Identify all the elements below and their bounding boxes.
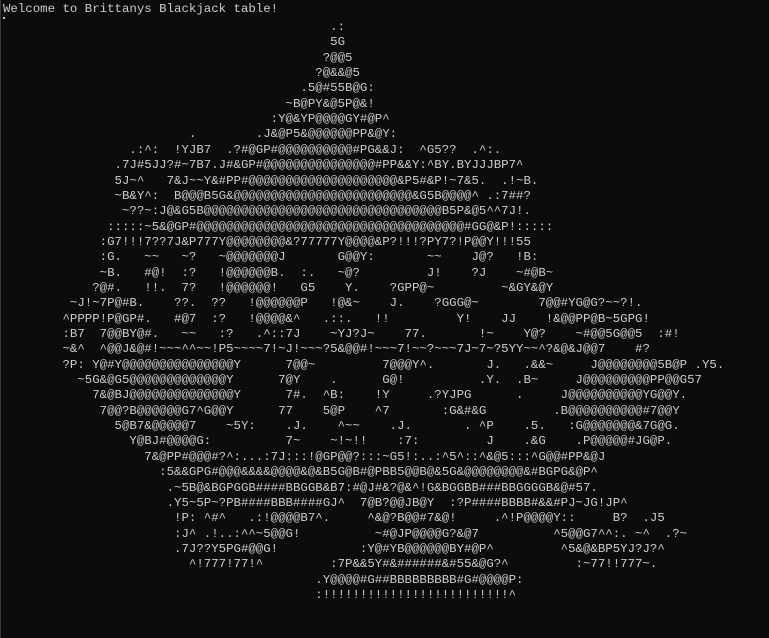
ascii-art-line: ~5G&@G5@@@@@@@@@@@@@Y 7@Y . G@! .Y. .B~ … [3, 373, 702, 388]
ascii-art-line: ^PPPP!P@GP#. #@7 :? !@@@@&^ .::. !! Y! J… [3, 311, 650, 326]
text-cursor [3, 17, 5, 19]
ascii-art-line: ~&^ ^@@J&@#!~~~^^~~!P5~~~~7!~J!~~~?5&@@#… [3, 342, 650, 357]
ascii-art-line: 7&@PP#@@@#?^:...:7J:::!@GP@@?:::~G5!:..:… [3, 449, 606, 464]
ascii-art-line: Y@BJ#@@@@G: 7~ ~!~!! :7: J .&G .P@@@@@#J… [3, 434, 673, 449]
console-window[interactable]: Welcome to Brittanys Blackjack table! .:… [0, 0, 769, 638]
ascii-art-line: ~??~:J@&G5B@@@@@@@@@@@@@@@@@@@@@@@@@@@@@… [3, 204, 531, 219]
ascii-art-line: 5@B7&@@@@@7 ~5Y: .J. ^~~ .J. . ^P .5. :G… [3, 419, 680, 434]
ascii-art-line: ?@&&@5 [3, 66, 360, 81]
ascii-art-line: :G. ~~ ~? ~@@@@@@@J G@@Y: ~~ J@? !B: [3, 250, 539, 265]
ascii-art-line: ?@@5 [3, 50, 353, 65]
ascii-art-line: :::::~5&@GP#@@@@@@@@@@@@@@@@@@@@@@@@@@@@… [3, 219, 554, 234]
ascii-art-line: 7@@?B@@@@@@G7^G@@Y 77 5@P ^7 :G&#&G .B@@… [3, 403, 680, 418]
ascii-art-line: ~B@PY&@5P@&! [3, 96, 375, 111]
ascii-art-line: .5@#55B@G: [3, 81, 375, 96]
ascii-art-line: :J^ .!..:^^~5@@G! ~#@JP@@@@G?&@7 ^5@@G7^… [3, 526, 688, 541]
ascii-art-line: . .J&@P5&@@@@@@PP&@Y: [3, 127, 398, 142]
ascii-art-line: .~5B@&BGPGGB####BBGGB&B7:#@J#&?@&^!G&BGG… [3, 480, 598, 495]
ascii-art-line: ~J!~7P@#B. ??. ?? !@@@@@@P !@&~ J. ?GGG@… [3, 296, 643, 311]
ascii-art-line: :!!!!!!!!!!!!!!!!!!!!!!!!!^ [3, 587, 517, 602]
ascii-art-line: .Y@@@@#G##BBBBBBBBB#G#@@@@P: [3, 572, 524, 587]
welcome-message: Welcome to Brittanys Blackjack table! [3, 2, 279, 16]
ascii-art-line: .: [3, 20, 346, 34]
ascii-art-line: 5J~^ 7&J~~Y&#PP#@@@@@@@@@@@@@@@@@@@@&P5#… [3, 173, 539, 188]
ascii-art-line: ?@#. !!. 7? !@@@@@@! G5 Y. ?GPP@~ ~&GY&@… [3, 280, 554, 295]
ascii-art-line: :B7 7@@BY@#. ~~ :? .^::7J ~YJ?J~ 77. !~ … [3, 327, 680, 341]
ascii-art-line: .7J??Y5PG#@@G! :Y@#YB@@@@@@BY#@P^ ^5&@&B… [3, 541, 665, 556]
ascii-art-line: :G7!!!7??7J&P777Y@@@@@@@@&?77777Y@@@@&P?… [3, 234, 531, 249]
ascii-art-line: ^!777!77!^ :7P&&5Y#&######&#55&@G?^ :~77… [3, 557, 658, 572]
ascii-art-line: .Y5~5P~?PB####BBB####GJ^ 7@B?@@JB@Y :?P#… [3, 495, 628, 510]
ascii-art-line: ?P: Y@#Y@@@@@@@@@@@@@@@Y 7@@~ 7@@@Y^. J.… [3, 357, 725, 372]
ascii-art-line: 5G [3, 35, 346, 50]
ascii-art-line: 7&@BJ@@@@@@@@@@@@@@Y 7#. ^B: !Y .?YJPG .… [3, 388, 688, 403]
ascii-art-line: .7J#5JJ?#~7B7.J#&GP#@@@@@@@@@@@@@@@#PP&&… [3, 158, 524, 173]
ascii-art-line: :5&&GPG#@@@&&&&@@@@&@&B5G@B#@PBB5@@B@&5G… [3, 465, 598, 480]
ascii-art-line: ~B. #@! :? !@@@@@@B. :. ~@? J! ?J ~#@B~ [3, 265, 554, 280]
ascii-art-line: ~B&Y^: B@@@B5G&@@@@@@@@@@@@@@@@@@@@@@@@&… [3, 188, 531, 203]
ascii-art-line: :Y@&YP@@@@GY#@P^ [3, 112, 390, 127]
ascii-art-line: !P: ^#^ .:!@@@@B7^. ^&@?B@@#7&@! .^!P@@@… [3, 511, 665, 526]
ascii-art-line: .:^: !YJB7 .?#@GP#@@@@@@@@@@#PG&&J: ^G5?… [3, 142, 502, 157]
